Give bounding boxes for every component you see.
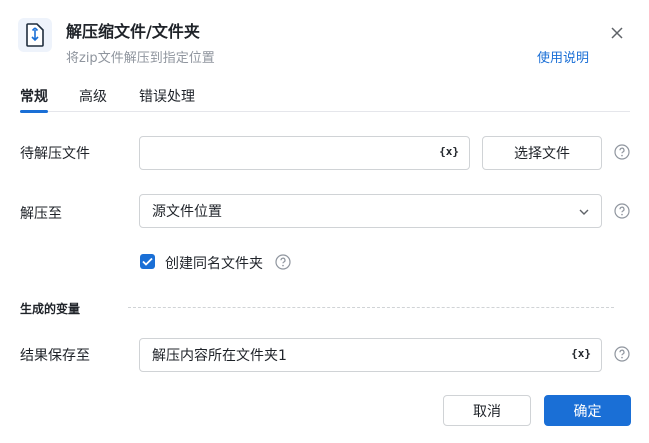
zip-file-icon bbox=[18, 18, 52, 52]
cancel-button[interactable]: 取消 bbox=[443, 395, 531, 426]
output-section-title: 生成的变量 bbox=[20, 302, 81, 316]
file-to-extract-label: 待解压文件 bbox=[20, 146, 90, 162]
create-same-name-folder-label: 创建同名文件夹 bbox=[165, 256, 263, 272]
result-save-to-input[interactable]: 解压内容所在文件夹1 {x} bbox=[139, 338, 602, 372]
variable-icon[interactable]: {x} bbox=[439, 145, 459, 158]
ok-button[interactable]: 确定 bbox=[544, 395, 631, 426]
choose-file-button[interactable]: 选择文件 bbox=[482, 136, 602, 170]
help-icon[interactable] bbox=[614, 144, 630, 160]
tab-bar: 常规 高级 错误处理 bbox=[20, 86, 630, 113]
result-save-to-value: 解压内容所在文件夹1 bbox=[152, 348, 287, 364]
dialog-subtitle: 将zip文件解压到指定位置 bbox=[66, 51, 215, 66]
help-icon[interactable] bbox=[614, 346, 630, 362]
extract-to-value: 源文件位置 bbox=[152, 204, 222, 220]
tab-error-handling[interactable]: 错误处理 bbox=[139, 86, 195, 112]
tab-advanced[interactable]: 高级 bbox=[79, 86, 107, 112]
help-icon[interactable] bbox=[614, 203, 630, 219]
check-icon bbox=[142, 257, 153, 266]
variable-icon[interactable]: {x} bbox=[571, 347, 591, 360]
close-icon bbox=[611, 27, 623, 39]
section-divider bbox=[128, 307, 614, 308]
extract-to-select[interactable]: 源文件位置 bbox=[139, 194, 602, 228]
help-icon[interactable] bbox=[275, 254, 291, 270]
help-link[interactable]: 使用说明 bbox=[537, 47, 589, 66]
chevron-down-icon bbox=[579, 209, 589, 215]
create-same-name-folder-checkbox[interactable] bbox=[140, 254, 155, 269]
extract-to-label: 解压至 bbox=[20, 206, 62, 222]
close-button[interactable] bbox=[606, 22, 628, 44]
result-save-to-label: 结果保存至 bbox=[20, 348, 90, 364]
file-to-extract-input[interactable]: {x} bbox=[139, 136, 470, 170]
tab-general[interactable]: 常规 bbox=[20, 86, 48, 113]
dialog-title: 解压缩文件/文件夹 bbox=[66, 22, 200, 41]
